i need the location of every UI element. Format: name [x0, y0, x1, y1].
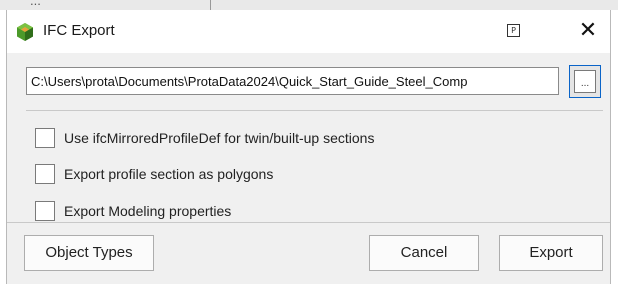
close-icon[interactable]: ✕ — [573, 16, 603, 46]
mirrored-profile-checkbox[interactable] — [35, 128, 55, 148]
option-label: Use ifcMirroredProfileDef for twin/built… — [64, 130, 375, 146]
separator — [26, 110, 603, 111]
dialog-title: IFC Export — [43, 22, 115, 39]
export-path-input[interactable] — [26, 67, 559, 95]
browse-button-label: ... — [574, 70, 596, 93]
pin-icon[interactable]: P — [507, 24, 520, 37]
object-types-button[interactable]: Object Types — [24, 235, 154, 271]
background-window-text: ... — [30, 0, 41, 8]
app-icon — [17, 23, 33, 41]
profile-polygons-checkbox[interactable] — [35, 164, 55, 184]
export-button[interactable]: Export — [499, 235, 603, 271]
browse-button[interactable]: ... — [569, 65, 601, 98]
option-label: Export profile section as polygons — [64, 166, 274, 182]
cancel-button[interactable]: Cancel — [369, 235, 479, 271]
ifc-export-dialog: IFC Export P ✕ ... Use ifcMirroredProfil… — [6, 10, 611, 284]
background-divider — [210, 0, 211, 10]
modeling-properties-checkbox[interactable] — [35, 201, 55, 221]
option-label: Export Modeling properties — [64, 203, 232, 219]
title-bar[interactable]: IFC Export P ✕ — [7, 10, 610, 53]
background-window-strip: ... — [0, 0, 618, 10]
button-bar: Object Types Cancel Export — [7, 222, 610, 284]
